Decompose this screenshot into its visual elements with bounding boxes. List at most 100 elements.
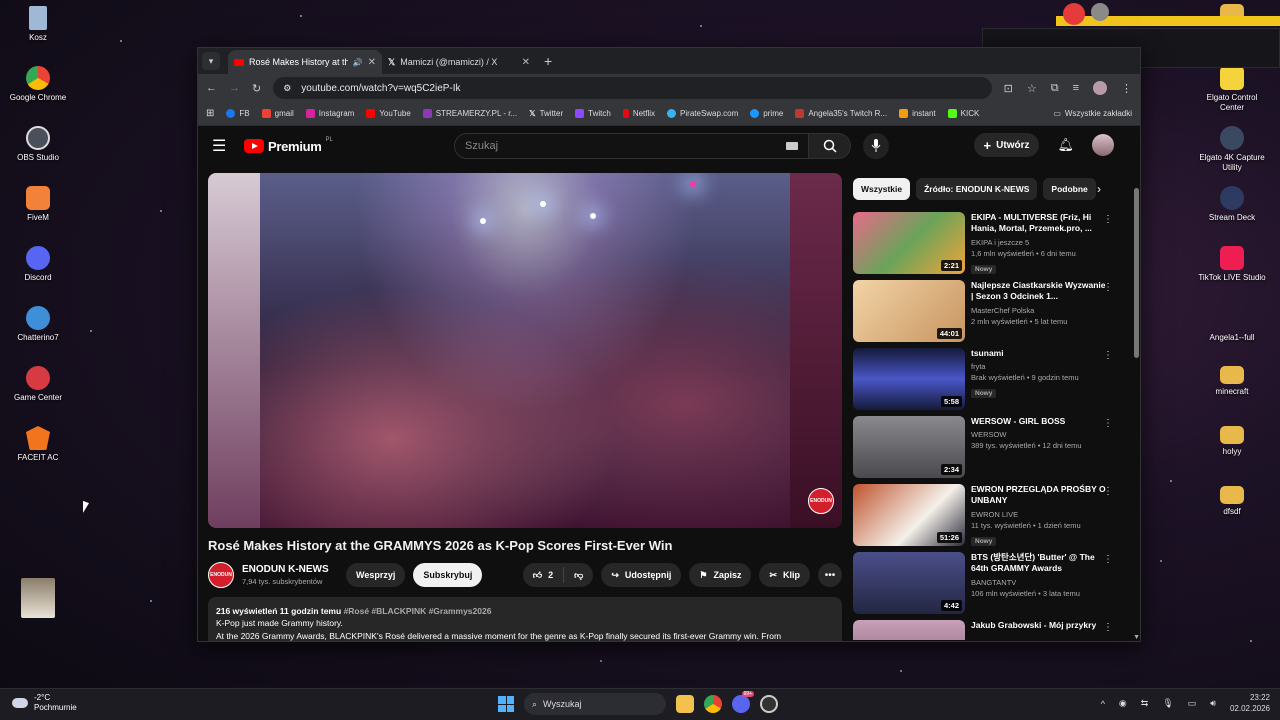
- bookmark-star-icon[interactable]: ☆: [1027, 82, 1037, 95]
- windows-start-icon[interactable]: [498, 696, 514, 712]
- chip-all[interactable]: Wszystkie: [853, 178, 911, 200]
- desktop-icon-chatterino[interactable]: Chatterino7: [0, 306, 76, 343]
- notifications-bell-icon[interactable]: 🔔︎: [1057, 137, 1074, 153]
- dislike-button[interactable]: 👎︎: [564, 570, 593, 581]
- tab-x[interactable]: 𝕏 Mamiczi (@mamiczi) / X ✕: [382, 50, 536, 74]
- hamburger-menu-icon[interactable]: ☰: [212, 136, 236, 156]
- save-button[interactable]: ⚑ Zapisz: [689, 563, 752, 587]
- browser-menu-icon[interactable]: ⋮: [1121, 82, 1132, 95]
- chip-source[interactable]: Źródło: ENODUN K-NEWS: [916, 178, 1038, 200]
- clock[interactable]: 23:22 02.02.2026: [1230, 693, 1270, 715]
- channel-avatar[interactable]: ENODUN: [208, 562, 234, 588]
- page-scrollbar[interactable]: [1134, 188, 1139, 358]
- like-button[interactable]: 👍︎ 2: [523, 567, 565, 583]
- video-thumbnail[interactable]: 2:34: [853, 416, 965, 478]
- forward-icon[interactable]: →: [229, 82, 240, 94]
- obs-taskbar-icon[interactable]: [760, 695, 778, 713]
- reload-icon[interactable]: ↻: [252, 82, 261, 95]
- discord-tray-icon[interactable]: ◉: [1119, 698, 1127, 709]
- tab-search-icon[interactable]: ▾: [202, 52, 220, 70]
- url-bar[interactable]: ⚙ youtube.com/watch?v=wq5C2ieP-Ik: [273, 77, 992, 99]
- speaker-icon[interactable]: 🔊: [353, 58, 363, 67]
- volume-icon[interactable]: 🔊︎: [1210, 698, 1216, 709]
- weather-widget[interactable]: -2°C Pochmurnie: [12, 693, 77, 714]
- more-vert-icon[interactable]: ⋮: [1103, 282, 1113, 293]
- video-thumbnail[interactable]: 4:42: [853, 552, 965, 614]
- more-vert-icon[interactable]: ⋮: [1103, 214, 1113, 225]
- more-vert-icon[interactable]: ⋮: [1103, 350, 1113, 361]
- list-item[interactable]: 2:21 EKIPA - MULTIVERSE (Friz, Hi Hania,…: [853, 212, 1123, 280]
- apps-grid-icon[interactable]: ⊞: [206, 108, 214, 119]
- desktop-icon-obs[interactable]: OBS Studio: [0, 126, 76, 163]
- profile-avatar-icon[interactable]: [1093, 81, 1107, 95]
- desktop-icon-elgato-capture[interactable]: Elgato 4K Capture Utility: [1194, 126, 1270, 172]
- bookmark-twitter[interactable]: 𝕏 Twitter: [529, 109, 563, 118]
- extensions-icon[interactable]: ⧉: [1051, 82, 1059, 95]
- install-app-icon[interactable]: ⊡: [1004, 82, 1013, 95]
- more-vert-icon[interactable]: ⋮: [1103, 554, 1113, 565]
- tray-expand-icon[interactable]: ^: [1101, 699, 1105, 709]
- desktop-icon-game-center[interactable]: Game Center: [0, 366, 76, 403]
- all-bookmarks-button[interactable]: ▭ Wszystkie zakładki: [1053, 109, 1132, 118]
- bookmark-instagram[interactable]: Instagram: [305, 109, 354, 118]
- desktop-icon-discord[interactable]: Discord: [0, 246, 76, 283]
- microphone-tray-icon[interactable]: 🎙︎: [1162, 698, 1173, 709]
- chevron-right-icon[interactable]: ›: [1097, 182, 1101, 196]
- video-thumbnail[interactable]: 2:21: [853, 212, 965, 274]
- channel-watermark[interactable]: ENODUN: [808, 488, 834, 514]
- media-control-icon[interactable]: ≡: [1073, 82, 1079, 94]
- desktop-icon-webcam-thumbnail[interactable]: [0, 578, 76, 621]
- video-thumbnail[interactable]: 51:26: [853, 484, 965, 546]
- list-item[interactable]: 2:34 WERSOW - GIRL BOSS WERSOW 389 tys. …: [853, 416, 1123, 484]
- video-description[interactable]: 216 wyświetleń 11 godzin temu #Rosé #BLA…: [208, 597, 842, 641]
- more-vert-icon[interactable]: ⋮: [1103, 622, 1113, 633]
- file-explorer-icon[interactable]: [676, 695, 694, 713]
- desktop-icon-chrome[interactable]: Google Chrome: [0, 66, 76, 103]
- close-tab-icon[interactable]: ✕: [368, 57, 376, 68]
- desktop-icon-tiktok-live[interactable]: TikTok LIVE Studio: [1194, 246, 1270, 283]
- account-avatar[interactable]: [1092, 134, 1114, 156]
- more-vert-icon[interactable]: ⋮: [1103, 486, 1113, 497]
- desktop-icon-minecraft[interactable]: minecraft: [1194, 366, 1270, 397]
- desktop-icon-stream-deck[interactable]: Stream Deck: [1194, 186, 1270, 223]
- list-item[interactable]: Jakub Grabowski - Mój przykry ⋮: [853, 620, 1123, 640]
- clip-button[interactable]: ✂ Klip: [759, 563, 810, 587]
- desktop-icon-elgato-control[interactable]: Elgato Control Center: [1194, 66, 1270, 112]
- list-item[interactable]: 5:58 tsunami fryta Brak wyświetleń • 9 g…: [853, 348, 1123, 416]
- list-item[interactable]: 51:26 EWRON PRZEGLĄDA PROŚBY O UNBANY EW…: [853, 484, 1123, 552]
- discord-taskbar-icon[interactable]: 99+: [732, 691, 754, 713]
- desktop-icon-dfsdf[interactable]: dfsdf: [1194, 486, 1270, 517]
- scroll-down-arrow-icon[interactable]: ▼: [1133, 634, 1140, 641]
- tray-app-icon[interactable]: ⇆: [1141, 698, 1149, 709]
- search-button[interactable]: [809, 133, 851, 159]
- voice-search-button[interactable]: [863, 133, 889, 159]
- chip-similar[interactable]: Podobne: [1043, 178, 1096, 200]
- share-button[interactable]: ↪ Udostępnij: [601, 563, 682, 587]
- bookmark-fb[interactable]: FB: [226, 109, 250, 118]
- bookmark-angela-twitch[interactable]: Angela35's Twitch R...: [795, 109, 887, 118]
- list-item[interactable]: 44:01 Najlepsze Ciastkarskie Wyzwanie | …: [853, 280, 1123, 348]
- tab-youtube[interactable]: Rosé Makes History at the G 🔊 ✕: [228, 50, 382, 74]
- desktop-icon-angela-full[interactable]: Angela1--full: [1194, 306, 1270, 343]
- video-thumbnail[interactable]: 44:01: [853, 280, 965, 342]
- support-button[interactable]: Wesprzyj: [346, 563, 406, 587]
- bookmark-twitch[interactable]: Twitch: [575, 109, 611, 118]
- video-player[interactable]: ENODUN: [208, 173, 842, 528]
- new-tab-button[interactable]: +: [544, 53, 552, 69]
- search-input[interactable]: Szukaj: [454, 133, 809, 159]
- back-icon[interactable]: ←: [206, 82, 217, 94]
- bookmark-gmail[interactable]: gmail: [261, 109, 294, 118]
- youtube-logo[interactable]: Premium PL: [244, 137, 333, 154]
- bookmark-prime[interactable]: prime: [750, 109, 783, 118]
- desktop-icon-faceit[interactable]: FACEIT AC: [0, 426, 76, 463]
- network-icon[interactable]: ▭: [1188, 698, 1197, 709]
- bookmark-youtube[interactable]: YouTube: [366, 109, 411, 118]
- bookmark-kick[interactable]: KICK: [947, 109, 979, 118]
- hashtags[interactable]: #Rosé #BLACKPINK #Grammys2026: [344, 606, 492, 616]
- bookmark-pirateswap[interactable]: PirateSwap.com: [667, 109, 738, 118]
- more-actions-button[interactable]: •••: [818, 563, 842, 587]
- desktop-icon-fivem[interactable]: FiveM: [0, 186, 76, 223]
- video-thumbnail[interactable]: [853, 620, 965, 640]
- video-thumbnail[interactable]: 5:58: [853, 348, 965, 410]
- taskbar-search[interactable]: ⌕ Wyszukaj: [524, 693, 666, 715]
